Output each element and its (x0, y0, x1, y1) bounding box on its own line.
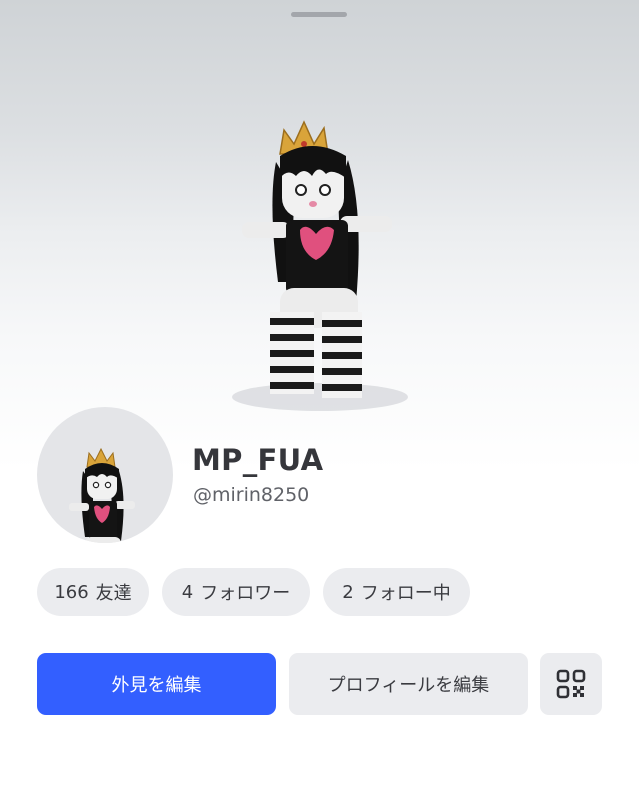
username: @mirin8250 (193, 484, 310, 506)
qr-code-icon (556, 669, 586, 699)
edit-appearance-button[interactable]: 外見を編集 (37, 653, 276, 715)
following-stat-button[interactable]: 2 フォロー中 (323, 568, 470, 616)
friends-stat-button[interactable]: 166 友達 (37, 568, 149, 616)
followers-label: フォロワー (200, 583, 291, 604)
avatar-headshot[interactable] (37, 407, 173, 543)
avatar-headshot-image (69, 447, 135, 543)
friends-label: 友達 (95, 583, 132, 604)
stats-row: 166 友達 4 フォロワー 2 フォロー中 (37, 568, 470, 616)
qr-code-button[interactable] (540, 653, 602, 715)
followers-count: 4 (181, 581, 194, 603)
following-count: 2 (342, 581, 354, 603)
following-label: フォロー中 (360, 583, 451, 604)
friends-count: 166 (54, 581, 89, 603)
avatar-3d-render[interactable] (228, 112, 408, 412)
avatar-hero (0, 0, 639, 470)
avatar-figure-image (232, 120, 408, 411)
followers-stat-button[interactable]: 4 フォロワー (162, 568, 310, 616)
edit-profile-button[interactable]: プロフィールを編集 (289, 653, 528, 715)
display-name: MP_FUA (192, 443, 324, 477)
drag-handle[interactable] (291, 12, 347, 17)
